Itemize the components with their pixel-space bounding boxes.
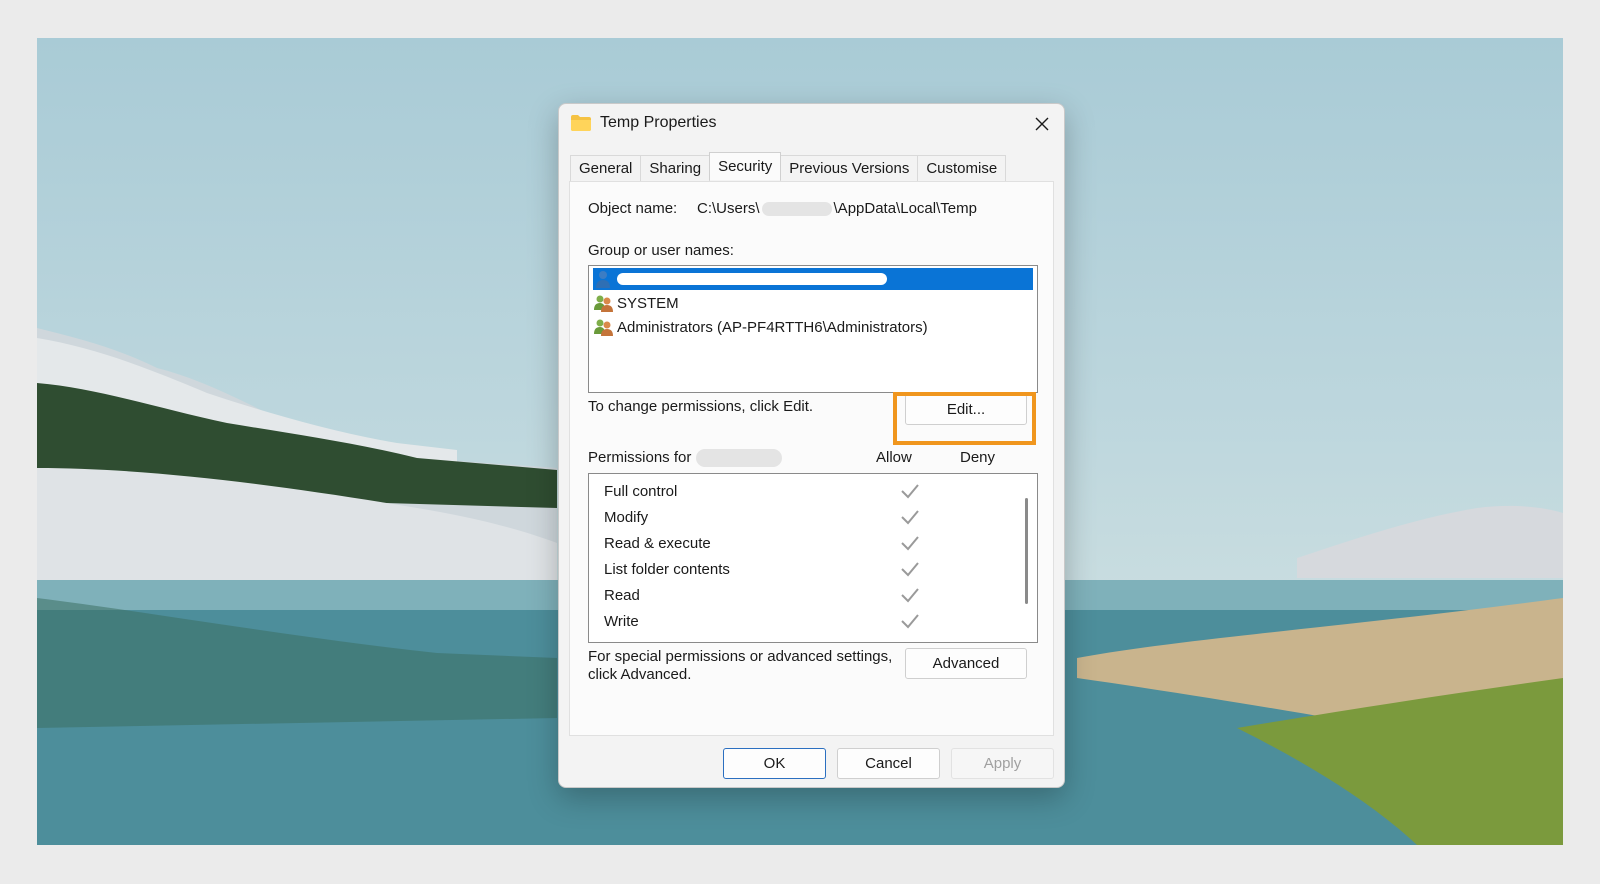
permission-row: Write [604, 609, 1004, 633]
check-icon [901, 588, 919, 603]
user-name-system: SYSTEM [617, 294, 679, 312]
check-icon [901, 614, 919, 629]
title-bar[interactable]: Temp Properties [559, 104, 1064, 144]
check-icon [901, 536, 919, 551]
permission-name: Write [604, 612, 639, 630]
permission-name: Modify [604, 508, 649, 526]
user-icon [596, 271, 610, 288]
permission-row: List folder contents [604, 557, 1004, 581]
close-icon [1035, 117, 1049, 131]
tab-general[interactable]: General [570, 155, 642, 181]
object-path-prefix: C:\Users\ [697, 200, 760, 217]
redacted-principal [695, 449, 782, 468]
permission-row: Read [604, 583, 1004, 607]
tab-previous-versions[interactable]: Previous Versions [780, 155, 919, 181]
properties-dialog: Temp Properties General Sharing Security… [558, 103, 1065, 788]
permission-name: Read & execute [604, 534, 711, 552]
list-item-current-user[interactable] [593, 268, 1033, 290]
permission-name: Full control [604, 482, 678, 500]
object-path-suffix: \AppData\Local\Temp [833, 200, 977, 217]
list-item-administrators[interactable]: Administrators (AP-PF4RTTH6\Administrato… [593, 316, 1033, 338]
tab-sharing[interactable]: Sharing [640, 155, 711, 181]
advanced-hint-line2: click Advanced. [588, 666, 692, 683]
object-path: C:\Users\ \AppData\Local\Temp [697, 200, 977, 217]
permissions-list[interactable]: Full control Modify Read & execute List … [588, 473, 1038, 643]
permission-row: Full control [604, 479, 1004, 503]
tab-customise[interactable]: Customise [917, 155, 1007, 181]
tab-strip: General Sharing Security Previous Versio… [570, 152, 1007, 181]
advanced-button[interactable]: Advanced [905, 648, 1027, 679]
deny-column-header: Deny [960, 449, 996, 466]
object-name-label: Object name: [588, 200, 678, 217]
permission-row: Read & execute [604, 531, 1004, 555]
permissions-for-label: Permissions for [588, 449, 782, 468]
check-icon [901, 562, 919, 577]
permission-name: List folder contents [604, 560, 730, 578]
apply-button[interactable]: Apply [951, 748, 1054, 779]
change-permissions-hint: To change permissions, click Edit. [588, 398, 814, 415]
group-icon [594, 319, 613, 336]
list-item-system[interactable]: SYSTEM [593, 292, 1033, 314]
group-icon [594, 295, 613, 312]
security-panel: Object name: C:\Users\ \AppData\Local\Tem… [569, 181, 1054, 736]
edit-button-highlight [893, 392, 1036, 445]
permission-name: Read [604, 586, 640, 604]
close-button[interactable] [1026, 108, 1058, 140]
redacted-username [761, 202, 832, 217]
ok-button[interactable]: OK [723, 748, 826, 779]
dialog-title: Temp Properties [600, 114, 717, 131]
redacted-user-name [617, 273, 887, 285]
advanced-hint-line1: For special permissions or advanced sett… [588, 648, 893, 665]
group-user-names-label: Group or user names: [588, 242, 734, 259]
check-icon [901, 484, 919, 499]
permission-row: Modify [604, 505, 1004, 529]
permissions-for-text: Permissions for [588, 449, 692, 466]
tab-security[interactable]: Security [709, 152, 782, 180]
user-name-administrators: Administrators (AP-PF4RTTH6\Administrato… [617, 318, 928, 336]
allow-column-header: Allow [876, 449, 912, 466]
permissions-scrollbar[interactable] [1025, 498, 1028, 604]
cancel-button[interactable]: Cancel [837, 748, 940, 779]
folder-icon [571, 115, 591, 131]
check-icon [901, 510, 919, 525]
user-listbox[interactable]: SYSTEM Administrators (AP-PF4RTTH6\Admin… [588, 265, 1038, 393]
